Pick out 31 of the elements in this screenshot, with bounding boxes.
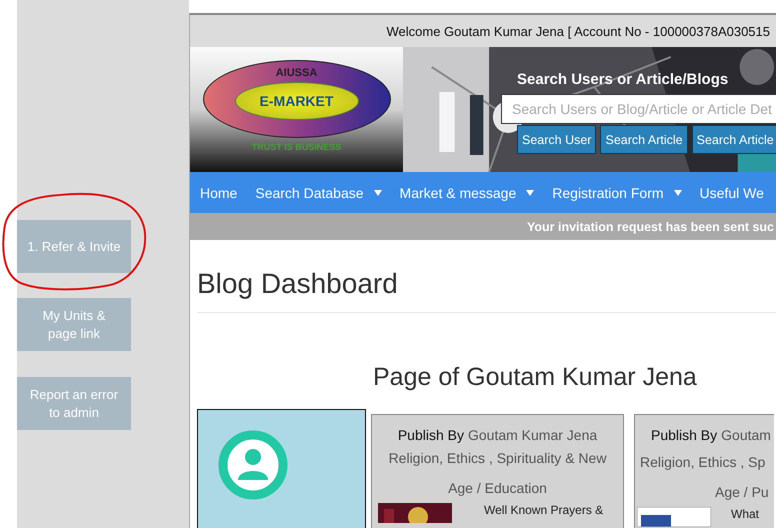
- search-field[interactable]: Search Users or Blog/Article or Article Det: [501, 94, 776, 124]
- category-text: Religion, Ethics , Spirituality & New: [388, 449, 608, 468]
- nav-item[interactable]: Market & message: [400, 184, 534, 200]
- nav-item[interactable]: Search Database: [255, 184, 382, 200]
- publish-label: Publish By: [398, 427, 464, 443]
- page-heading: Blog Dashboard: [197, 268, 399, 301]
- page-title: Page of Goutam Kumar Jena: [373, 363, 698, 393]
- sidebar-button[interactable]: 1. Refer & Invite: [17, 220, 131, 273]
- message-text: Your invitation request has been sent suc: [526, 220, 774, 234]
- author-link[interactable]: Goutam: [721, 427, 771, 443]
- nav-item[interactable]: Useful We: [700, 184, 764, 200]
- publish-label: Publish By: [651, 427, 718, 443]
- search-title: Search Users or Article/Blogs: [517, 71, 730, 88]
- logo-tagline: TRUST IS BUSINESS: [252, 142, 342, 152]
- welcome-text: Welcome Goutam Kumar Jena [ Account No - 100000378A030515: [386, 24, 770, 38]
- search-button[interactable]: Search User: [517, 125, 596, 154]
- article-title[interactable]: Well Known Prayers &: [484, 503, 604, 517]
- nav-item[interactable]: Registration Form: [552, 184, 682, 200]
- category-text: Age / Education: [447, 479, 548, 498]
- category-text: Age / Pu: [714, 483, 770, 502]
- author-link[interactable]: Goutam Kumar Jena: [468, 427, 598, 443]
- sidebar-button[interactable]: Report an error to admin: [17, 377, 131, 430]
- search-button[interactable]: Search Article: [692, 125, 776, 154]
- article-title[interactable]: What: [731, 507, 760, 521]
- avatar-icon: [218, 430, 288, 500]
- search-button[interactable]: Search Article: [600, 125, 688, 154]
- logo-text: AIUSSA: [276, 67, 318, 79]
- sidebar-button[interactable]: My Units & page link: [17, 298, 131, 351]
- category-text: Religion, Ethics , Sp: [639, 453, 766, 472]
- nav-item[interactable]: Home: [200, 184, 238, 200]
- logo-text: E-MARKET: [260, 93, 334, 109]
